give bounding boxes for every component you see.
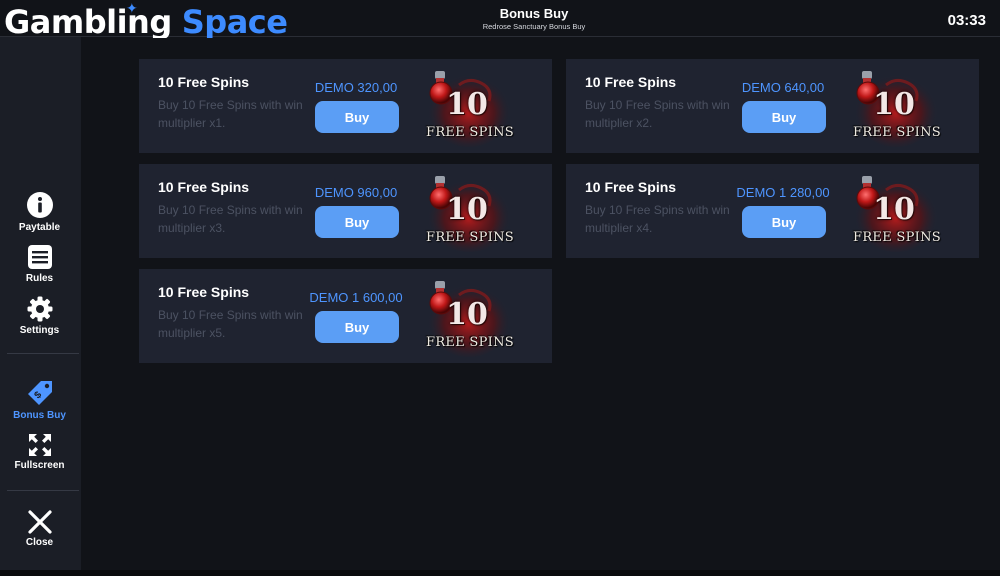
card-price: DEMO 640,00 [741, 80, 825, 95]
gear-icon [27, 296, 52, 322]
card-description: Buy 10 Free Spins with win multiplier x3… [158, 203, 303, 235]
sidebar-item-label: Fullscreen [14, 460, 65, 471]
art-text: FREE SPINS [853, 125, 941, 140]
close-icon [27, 510, 52, 534]
sidebar-item-label: Rules [25, 273, 54, 284]
card-description: Buy 10 Free Spins with win multiplier x4… [585, 203, 730, 235]
art-number: 10 [446, 297, 488, 332]
sidebar-item-settings[interactable]: Settings [0, 296, 79, 336]
free-spins-artwork: 10 FREE SPINS [850, 172, 944, 256]
buy-button[interactable]: Buy [742, 206, 826, 238]
art-text: FREE SPINS [426, 335, 514, 350]
card-description: Buy 10 Free Spins with win multiplier x5… [158, 308, 303, 340]
free-spins-artwork: 10 FREE SPINS [423, 172, 517, 256]
sidebar-item-paytable[interactable]: Paytable [0, 191, 79, 233]
bonus-card: 10 Free Spins Buy 10 Free Spins with win… [566, 59, 979, 153]
free-spins-artwork: 10 FREE SPINS [423, 67, 517, 151]
page-subtitle: Redrose Sanctuary Bonus Buy [482, 22, 586, 31]
card-description: Buy 10 Free Spins with win multiplier x2… [585, 98, 730, 130]
art-number: 10 [873, 87, 915, 122]
card-title: 10 Free Spins [158, 179, 250, 195]
sidebar-divider [7, 490, 79, 491]
sidebar-item-label: Settings [19, 325, 60, 336]
sidebar-divider [7, 353, 79, 354]
card-price: DEMO 320,00 [314, 80, 398, 95]
clock: 03:33 [947, 12, 986, 29]
sidebar-item-rules[interactable]: Rules [0, 244, 79, 284]
bonus-card: 10 Free Spins Buy 10 Free Spins with win… [139, 269, 552, 363]
fullscreen-icon [28, 434, 51, 456]
list-icon [27, 245, 52, 269]
card-title: 10 Free Spins [158, 284, 250, 300]
sidebar-item-close[interactable]: Close [0, 510, 79, 548]
sidebar-item-label: Close [25, 537, 54, 548]
card-price: DEMO 960,00 [314, 185, 398, 200]
bottom-strip [0, 570, 1000, 576]
art-text: FREE SPINS [426, 125, 514, 140]
card-title: 10 Free Spins [585, 74, 677, 90]
card-price: DEMO 1 600,00 [309, 290, 403, 305]
card-title: 10 Free Spins [585, 179, 677, 195]
page-title: Bonus Buy [499, 6, 569, 21]
sidebar-item-bonus-buy[interactable]: $ Bonus Buy [0, 379, 79, 421]
tag-icon: $ [27, 381, 52, 405]
card-title: 10 Free Spins [158, 74, 250, 90]
free-spins-artwork: 10 FREE SPINS [423, 277, 517, 361]
top-bar: Gambling Space ✦ Bonus Buy Redrose Sanct… [0, 0, 1000, 41]
bonus-card: 10 Free Spins Buy 10 Free Spins with win… [566, 164, 979, 258]
sidebar-item-label: Paytable [18, 222, 61, 233]
free-spins-artwork: 10 FREE SPINS [850, 67, 944, 151]
sidebar-item-fullscreen[interactable]: Fullscreen [0, 433, 79, 471]
info-icon [26, 192, 53, 218]
sidebar: Paytable Rules Settings $ Bonus Buy Full… [0, 37, 81, 570]
buy-button[interactable]: Buy [315, 101, 399, 133]
card-price: DEMO 1 280,00 [736, 185, 830, 200]
buy-button[interactable]: Buy [315, 311, 399, 343]
card-description: Buy 10 Free Spins with win multiplier x1… [158, 98, 303, 130]
sidebar-item-label: Bonus Buy [13, 410, 66, 421]
art-number: 10 [446, 87, 488, 122]
title-block: Bonus Buy Redrose Sanctuary Bonus Buy [0, 6, 1000, 32]
art-text: FREE SPINS [853, 230, 941, 245]
buy-button[interactable]: Buy [742, 101, 826, 133]
bonus-card: 10 Free Spins Buy 10 Free Spins with win… [139, 164, 552, 258]
art-number: 10 [873, 192, 915, 227]
art-text: FREE SPINS [426, 230, 514, 245]
art-number: 10 [446, 192, 488, 227]
buy-button[interactable]: Buy [315, 206, 399, 238]
bonus-card: 10 Free Spins Buy 10 Free Spins with win… [139, 59, 552, 153]
